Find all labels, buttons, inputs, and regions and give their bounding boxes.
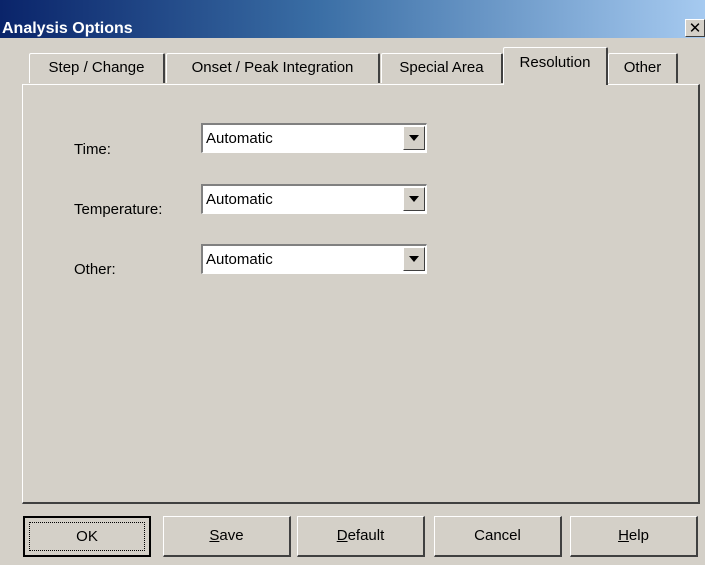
tab-label: Step / Change bbox=[48, 59, 145, 76]
other-select-value: Automatic bbox=[206, 251, 273, 268]
time-select-value: Automatic bbox=[206, 130, 273, 147]
chevron-down-icon[interactable] bbox=[403, 187, 425, 211]
tab-step-change[interactable]: Step / Change bbox=[29, 53, 165, 83]
save-button-label: Save bbox=[209, 527, 244, 544]
help-button[interactable]: Help bbox=[570, 516, 698, 557]
close-button[interactable]: ✕ bbox=[685, 19, 705, 37]
cancel-button[interactable]: Cancel bbox=[434, 516, 562, 557]
tab-special-area[interactable]: Special Area bbox=[381, 53, 503, 83]
tab-label: Special Area bbox=[399, 59, 484, 76]
tab-label: Resolution bbox=[519, 54, 591, 71]
ok-button[interactable]: OK bbox=[23, 516, 151, 557]
tab-onset-peak-integration[interactable]: Onset / Peak Integration bbox=[166, 53, 380, 83]
tab-other[interactable]: Other bbox=[608, 53, 678, 83]
close-icon: ✕ bbox=[688, 20, 702, 37]
temperature-label: Temperature: bbox=[74, 201, 163, 218]
time-label: Time: bbox=[74, 141, 111, 158]
other-label: Other: bbox=[74, 261, 116, 278]
focus-indicator bbox=[29, 522, 145, 551]
time-select[interactable]: Automatic bbox=[201, 123, 427, 153]
window-title: Analysis Options bbox=[2, 20, 133, 37]
title-bar: Analysis Options ✕ bbox=[0, 0, 705, 38]
chevron-down-icon[interactable] bbox=[403, 126, 425, 150]
save-button[interactable]: Save bbox=[163, 516, 291, 557]
temperature-select[interactable]: Automatic bbox=[201, 184, 427, 214]
temperature-select-value: Automatic bbox=[206, 191, 273, 208]
cancel-button-label: Cancel bbox=[474, 527, 521, 544]
default-button-label: Default bbox=[336, 527, 385, 544]
other-select[interactable]: Automatic bbox=[201, 244, 427, 274]
tab-label: Onset / Peak Integration bbox=[191, 59, 354, 76]
resolution-panel: Time: Automatic Temperature: Automatic O… bbox=[22, 84, 700, 504]
help-button-label: Help bbox=[618, 527, 649, 544]
tab-label: Other bbox=[623, 59, 662, 76]
chevron-down-icon[interactable] bbox=[403, 247, 425, 271]
tab-resolution[interactable]: Resolution bbox=[503, 47, 608, 85]
default-button[interactable]: Default bbox=[297, 516, 425, 557]
